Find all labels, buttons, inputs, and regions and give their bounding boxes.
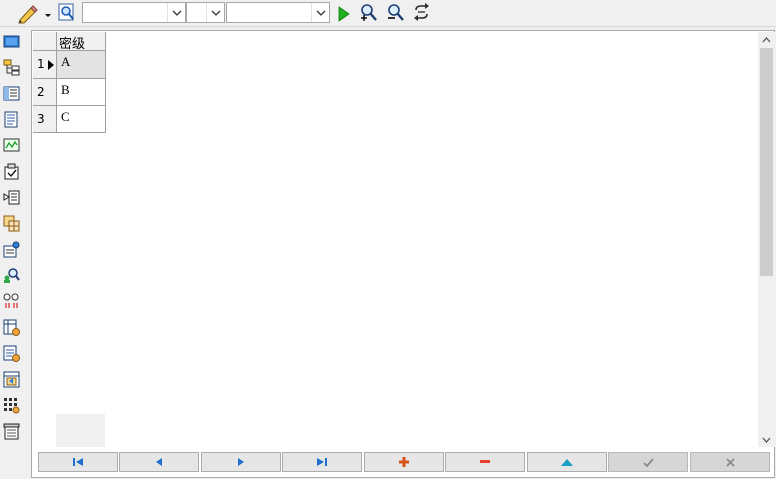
cell-value: C: [61, 109, 70, 124]
find-icon: [58, 3, 74, 21]
search-remove-button[interactable]: [386, 3, 405, 22]
link-pairs-icon[interactable]: [2, 292, 21, 311]
scroll-down-button[interactable]: [758, 432, 775, 447]
table-row[interactable]: B: [57, 79, 106, 106]
prior-record-button[interactable]: [119, 452, 199, 472]
triangle-up-icon: [561, 458, 573, 466]
first-record-icon: [73, 458, 83, 466]
chevron-down-icon[interactable]: [311, 3, 329, 22]
list-panel-icon[interactable]: [2, 84, 21, 103]
play-icon: [338, 5, 350, 22]
refresh-button[interactable]: [412, 3, 431, 22]
tree-structure-icon[interactable]: [2, 58, 21, 77]
edit-record-button[interactable]: [527, 452, 607, 472]
table-import-icon[interactable]: [2, 370, 21, 389]
form-window-icon[interactable]: [2, 32, 21, 51]
scrollbar-thumb[interactable]: [760, 48, 773, 276]
chevron-down-icon: [762, 437, 771, 443]
data-grid-panel: 密级 1 A 2 B 3 C: [31, 30, 775, 478]
user-search-icon[interactable]: [2, 266, 21, 285]
grid-layout-icon[interactable]: [2, 396, 21, 415]
first-record-button[interactable]: [38, 452, 118, 472]
table-row[interactable]: C: [57, 106, 106, 133]
edit-pencil-dropdown[interactable]: [16, 3, 56, 24]
close-icon: [725, 457, 735, 467]
current-row-indicator-icon: [48, 60, 54, 70]
row-header[interactable]: 1: [33, 51, 57, 79]
last-record-button[interactable]: [282, 452, 362, 472]
run-query-button[interactable]: [335, 4, 353, 23]
chevron-up-icon: [762, 36, 771, 42]
operator-combo[interactable]: [186, 2, 225, 23]
cell-value: B: [61, 82, 70, 97]
search-minus-icon: [388, 4, 404, 21]
insert-record-button[interactable]: [364, 452, 444, 472]
cancel-record-button[interactable]: [690, 452, 770, 472]
prior-record-icon: [156, 458, 162, 466]
check-icon: [642, 457, 654, 467]
delete-record-button[interactable]: [445, 452, 525, 472]
chevron-down-icon[interactable]: [206, 3, 224, 22]
next-record-button[interactable]: [201, 452, 281, 472]
grid-corner: [33, 32, 57, 51]
minus-icon: [480, 460, 490, 463]
row-header[interactable]: 2: [33, 79, 57, 106]
toolbar: [0, 0, 776, 27]
post-record-button[interactable]: [608, 452, 688, 472]
column-header-label: 密级: [59, 37, 86, 52]
grid-footer-cell: [56, 414, 105, 447]
refresh-icon: [414, 3, 429, 21]
row-number: 1: [37, 57, 45, 71]
report-settings-icon[interactable]: [2, 344, 21, 363]
chevron-down-icon[interactable]: [167, 3, 185, 22]
scroll-up-button[interactable]: [758, 32, 775, 47]
field-combo[interactable]: [82, 2, 186, 23]
column-header-classification[interactable]: 密级: [57, 32, 106, 52]
data-entry-icon[interactable]: [2, 188, 21, 207]
document-icon[interactable]: [2, 110, 21, 129]
properties-icon[interactable]: [2, 240, 21, 259]
copy-tables-icon[interactable]: [2, 214, 21, 233]
vertical-scrollbar[interactable]: [758, 32, 775, 447]
plus-icon: [399, 457, 409, 467]
value-combo[interactable]: [226, 2, 330, 23]
row-number: 3: [37, 112, 45, 126]
checklist-icon[interactable]: [2, 162, 21, 181]
table-settings-icon[interactable]: [2, 318, 21, 337]
chart-monitor-icon[interactable]: [2, 136, 21, 155]
row-header[interactable]: 3: [33, 106, 57, 133]
table-row[interactable]: A: [57, 51, 106, 79]
find-button[interactable]: [58, 3, 76, 22]
last-record-icon: [317, 458, 327, 466]
cell-value: A: [61, 54, 71, 69]
trash-list-icon[interactable]: [2, 422, 21, 441]
search-plus-icon: [361, 4, 377, 21]
next-record-icon: [238, 458, 244, 466]
search-add-button[interactable]: [359, 3, 378, 22]
pencil-icon: [18, 5, 51, 24]
tool-palette: [0, 28, 24, 479]
row-number: 2: [37, 85, 45, 99]
